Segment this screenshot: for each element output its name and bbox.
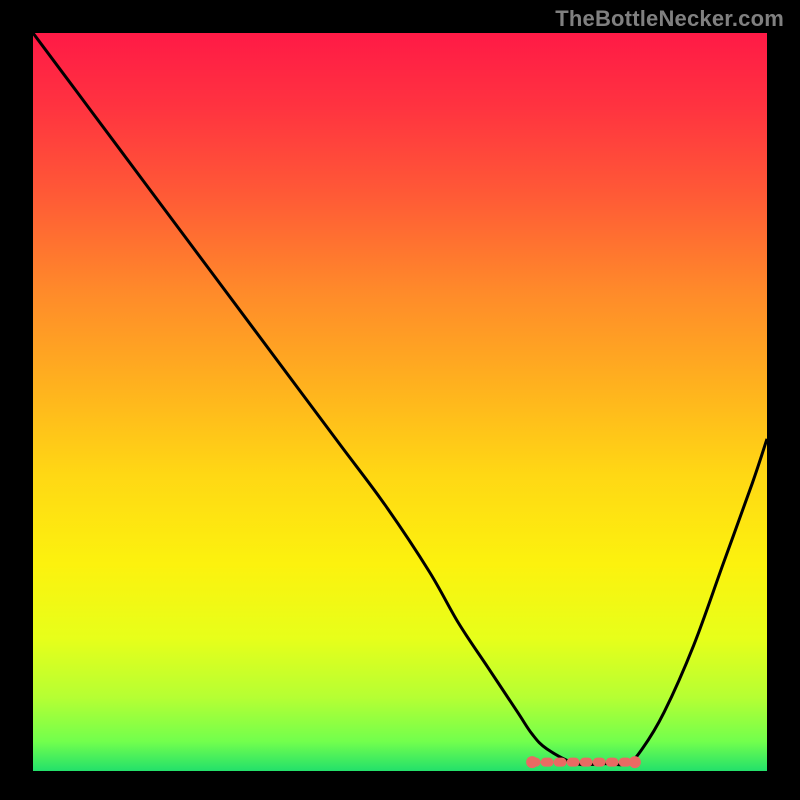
sweet-spot-endpoint: [629, 756, 641, 768]
chart-container: TheBottleNecker.com: [0, 0, 800, 800]
plot-area: [33, 33, 767, 771]
bottleneck-curve-plot: [0, 0, 800, 800]
sweet-spot-endpoint: [526, 756, 538, 768]
watermark-label: TheBottleNecker.com: [555, 6, 784, 32]
